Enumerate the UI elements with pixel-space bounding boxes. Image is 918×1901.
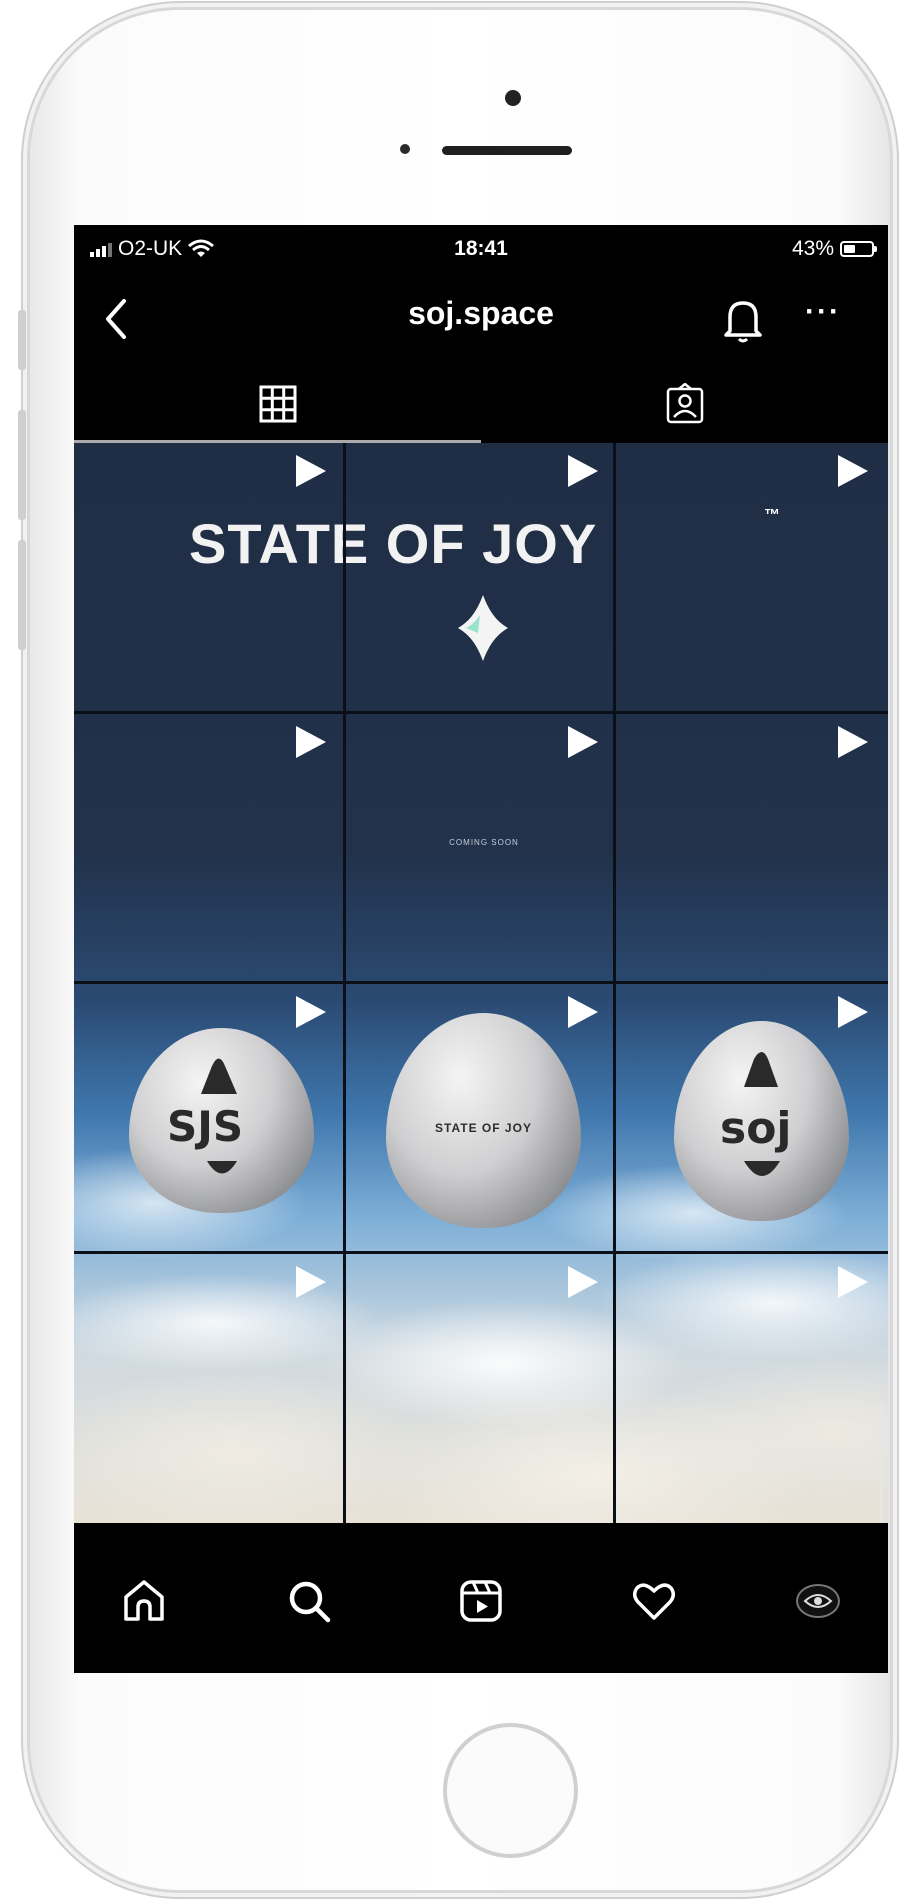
play-icon [296,1266,326,1298]
post-cell[interactable] [74,714,344,984]
nav-profile[interactable] [788,1571,848,1631]
battery-icon [840,241,877,257]
play-icon [838,996,868,1028]
proximity-sensor [400,144,410,154]
play-icon [568,726,598,758]
eye-logo-icon [803,1594,833,1608]
play-icon [568,1266,598,1298]
post-cell[interactable] [346,714,616,984]
profile-avatar [796,1584,840,1618]
status-time: 18:41 [454,237,508,260]
home-icon [124,1580,164,1621]
phone-screen: O2-UK 18:41 43% soj.space ··· STATE OF J… [74,225,888,1673]
nav-search[interactable] [279,1571,339,1631]
play-icon [296,996,326,1028]
post-cell[interactable] [346,443,616,713]
volume-up-button [18,410,26,520]
post-cell[interactable] [616,984,886,1254]
posts-grid: STATE OF JOY ™ COMING SOON SJS STATE OF … [74,443,888,1533]
play-icon [568,455,598,487]
play-icon [296,726,326,758]
profile-header: soj.space ··· [74,275,888,365]
bell-icon [724,301,762,343]
post-cell[interactable] [74,1254,344,1524]
play-icon [838,726,868,758]
play-icon [838,1266,868,1298]
tagged-person-icon [666,383,703,424]
more-options-button[interactable]: ··· [798,295,848,335]
tab-tagged[interactable] [481,365,888,443]
post-cell[interactable] [346,1254,616,1524]
front-camera [505,90,521,106]
post-cell[interactable] [74,443,344,713]
earpiece-speaker [442,146,572,155]
nav-activity[interactable] [624,1571,684,1631]
play-icon [296,455,326,487]
post-cell[interactable] [616,1254,886,1524]
post-cell[interactable] [616,443,886,713]
bottom-tab-bar [74,1523,888,1673]
battery-percent: 43% [791,237,834,260]
post-cell[interactable] [346,984,616,1254]
post-cell[interactable] [74,984,344,1254]
search-icon [289,1581,331,1623]
notifications-button[interactable] [720,293,766,345]
volume-down-button [18,540,26,650]
post-cell[interactable] [616,714,886,984]
nav-home[interactable] [114,1571,174,1631]
play-icon [838,455,868,487]
play-icon [568,996,598,1028]
nav-reels[interactable] [451,1571,511,1631]
grid-icon [259,385,296,423]
reels-icon [460,1580,502,1622]
status-bar: O2-UK 18:41 43% [74,225,888,275]
home-hardware-button[interactable] [443,1723,578,1858]
profile-tabs [74,365,888,443]
heart-icon [633,1583,675,1620]
scrollbar[interactable] [880,1403,883,1533]
mute-switch [18,310,26,370]
tab-posts-grid[interactable] [74,365,481,443]
